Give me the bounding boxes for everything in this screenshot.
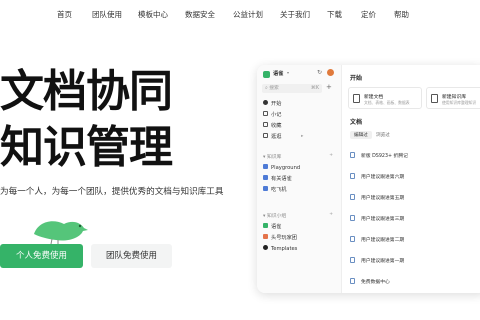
group-item-label: 头号玩家团 — [271, 235, 297, 241]
doc-title: 用户建议跟进第一期 — [361, 259, 405, 264]
nav-help[interactable]: 帮助 — [394, 8, 409, 22]
book-icon — [263, 175, 268, 180]
doc-row[interactable]: 用户建议跟进第五期 — [350, 193, 480, 205]
doc-row[interactable]: 用户建议跟进第二期 — [350, 235, 480, 247]
app-sidebar: 语雀 ▾ ↻ ⌕ 搜索 ⌘K + 开始 小记 收藏 逛逛 ▸ ▾ 知识库 + P… — [257, 65, 342, 293]
doc-title: 用户建议跟进第三期 — [361, 217, 405, 222]
nav-home[interactable]: 首页 — [57, 8, 72, 22]
new-kb-desc: 使用知识库整理知识 — [442, 100, 477, 105]
search-shortcut: ⌘K — [311, 86, 319, 91]
kb-item-airplane[interactable]: 吃飞机 — [263, 186, 287, 194]
tab-viewed[interactable]: 浏览过 — [372, 131, 394, 139]
start-icon — [263, 100, 268, 105]
group-section-label: 知识小组 — [266, 214, 287, 219]
kb-item-label: 吃飞机 — [271, 187, 287, 193]
app-main: 开始 新建文档 文档、表格、画板、数据表 新建知识库 使用知识库整理知识 文档 … — [342, 65, 480, 293]
kb-item-about-yuque[interactable]: 有关语雀 — [263, 175, 292, 183]
new-doc-icon — [353, 94, 360, 103]
group-section-header[interactable]: ▾ 知识小组 — [263, 212, 286, 219]
book-icon — [263, 186, 268, 191]
doc-row[interactable]: 免费数据中心 — [350, 277, 480, 289]
doc-row[interactable]: 用户建议跟进第一期 — [350, 256, 480, 268]
nav-pricing[interactable]: 定价 — [361, 8, 376, 22]
document-icon — [350, 235, 355, 242]
doc-row[interactable]: 用户建议跟进第三期 — [350, 214, 480, 226]
nav-download[interactable]: 下载 — [327, 8, 342, 22]
document-icon — [350, 256, 355, 263]
hero-title-line1: 文档协同 — [0, 66, 173, 117]
nav-templates[interactable]: 模板中心 — [138, 8, 168, 22]
group-item-yuque[interactable]: 语雀 — [263, 223, 281, 231]
doc-title: 新版 DS923+ 折腾记 — [361, 154, 408, 159]
new-doc-card[interactable]: 新建文档 文档、表格、画板、数据表 — [348, 87, 422, 109]
tab-edited[interactable]: 编辑过 — [350, 131, 372, 139]
kb-section-label: 知识库 — [266, 155, 282, 160]
start-heading: 开始 — [350, 75, 363, 82]
avatar[interactable] — [327, 69, 334, 76]
sidebar-item-favorites[interactable]: 收藏 — [263, 122, 281, 130]
new-doc-title: 新建文档 — [364, 95, 384, 100]
sidebar-item-label: 小记 — [271, 112, 282, 118]
app-preview-window: 语雀 ▾ ↻ ⌕ 搜索 ⌘K + 开始 小记 收藏 逛逛 ▸ ▾ 知识库 + P… — [257, 65, 480, 293]
personal-free-button[interactable]: 个人免费使用 — [0, 244, 83, 268]
sidebar-item-start[interactable]: 开始 — [263, 100, 281, 108]
group-item-label: Templates — [271, 246, 298, 252]
new-doc-desc: 文档、表格、画板、数据表 — [364, 100, 410, 105]
kb-section-header[interactable]: ▾ 知识库 — [263, 153, 281, 160]
new-kb-card[interactable]: 新建知识库 使用知识库整理知识 — [426, 87, 480, 109]
sidebar-item-notes[interactable]: 小记 — [263, 111, 281, 119]
add-icon[interactable]: + — [326, 83, 332, 91]
doc-title: 免费数据中心 — [361, 280, 390, 285]
nav-data-security[interactable]: 数据安全 — [185, 8, 215, 22]
top-nav: 首页 团队使用 模板中心 数据安全 公益计划 关于我们 下载 定价 帮助 — [0, 8, 480, 24]
nav-charity[interactable]: 公益计划 — [233, 8, 263, 22]
hero-subtitle: 为每一个人，为每一个团队，提供优秀的文档与知识库工具 — [0, 187, 224, 197]
kb-item-playground[interactable]: Playground — [263, 164, 300, 172]
group-item-templates[interactable]: Templates — [263, 245, 297, 253]
docs-heading: 文档 — [350, 119, 363, 126]
team-free-button[interactable]: 团队免费使用 — [91, 244, 172, 268]
notes-icon — [263, 111, 268, 116]
doc-title: 用户建议跟进第二期 — [361, 238, 405, 243]
doc-row[interactable]: 新版 DS923+ 折腾记 — [350, 151, 480, 163]
explore-icon — [263, 133, 268, 138]
document-icon — [350, 193, 355, 200]
search-input[interactable]: ⌕ 搜索 ⌘K — [262, 84, 322, 93]
group-icon — [263, 223, 268, 228]
group-icon — [263, 234, 268, 239]
kb-item-label: Playground — [271, 165, 301, 171]
chevron-down-icon: ▾ — [287, 70, 290, 75]
sidebar-item-label: 逛逛 — [271, 134, 282, 140]
doc-row[interactable]: 用户建议跟进第六期 — [350, 172, 480, 184]
doc-title: 用户建议跟进第五期 — [361, 196, 405, 201]
doc-title: 用户建议跟进第六期 — [361, 175, 405, 180]
search-placeholder: 搜索 — [269, 86, 279, 91]
new-kb-icon — [431, 94, 438, 103]
sidebar-item-explore[interactable]: 逛逛 ▸ — [263, 133, 303, 141]
document-icon — [350, 214, 355, 221]
add-kb-icon[interactable]: + — [329, 153, 333, 158]
group-item-players[interactable]: 头号玩家团 — [263, 234, 297, 242]
nav-about[interactable]: 关于我们 — [280, 8, 310, 22]
yuque-logo-icon — [263, 71, 270, 78]
sidebar-item-label: 收藏 — [271, 123, 282, 129]
group-icon — [263, 245, 268, 250]
add-group-icon[interactable]: + — [329, 212, 333, 217]
bird-mascot-icon — [34, 221, 88, 244]
refresh-icon[interactable]: ↻ — [317, 69, 322, 76]
kb-item-label: 有关语雀 — [271, 176, 292, 182]
book-icon — [263, 164, 268, 169]
document-icon — [350, 172, 355, 179]
group-item-label: 语雀 — [271, 224, 282, 230]
chevron-right-icon: ▸ — [301, 134, 304, 139]
new-kb-title: 新建知识库 — [442, 95, 466, 100]
nav-team-use[interactable]: 团队使用 — [92, 8, 122, 22]
hero-title-line2: 知识管理 — [0, 122, 173, 173]
star-icon — [263, 122, 268, 127]
document-icon — [350, 277, 355, 284]
sidebar-item-label: 开始 — [271, 101, 282, 107]
document-icon — [350, 151, 355, 158]
brand-name: 语雀 — [273, 71, 284, 77]
